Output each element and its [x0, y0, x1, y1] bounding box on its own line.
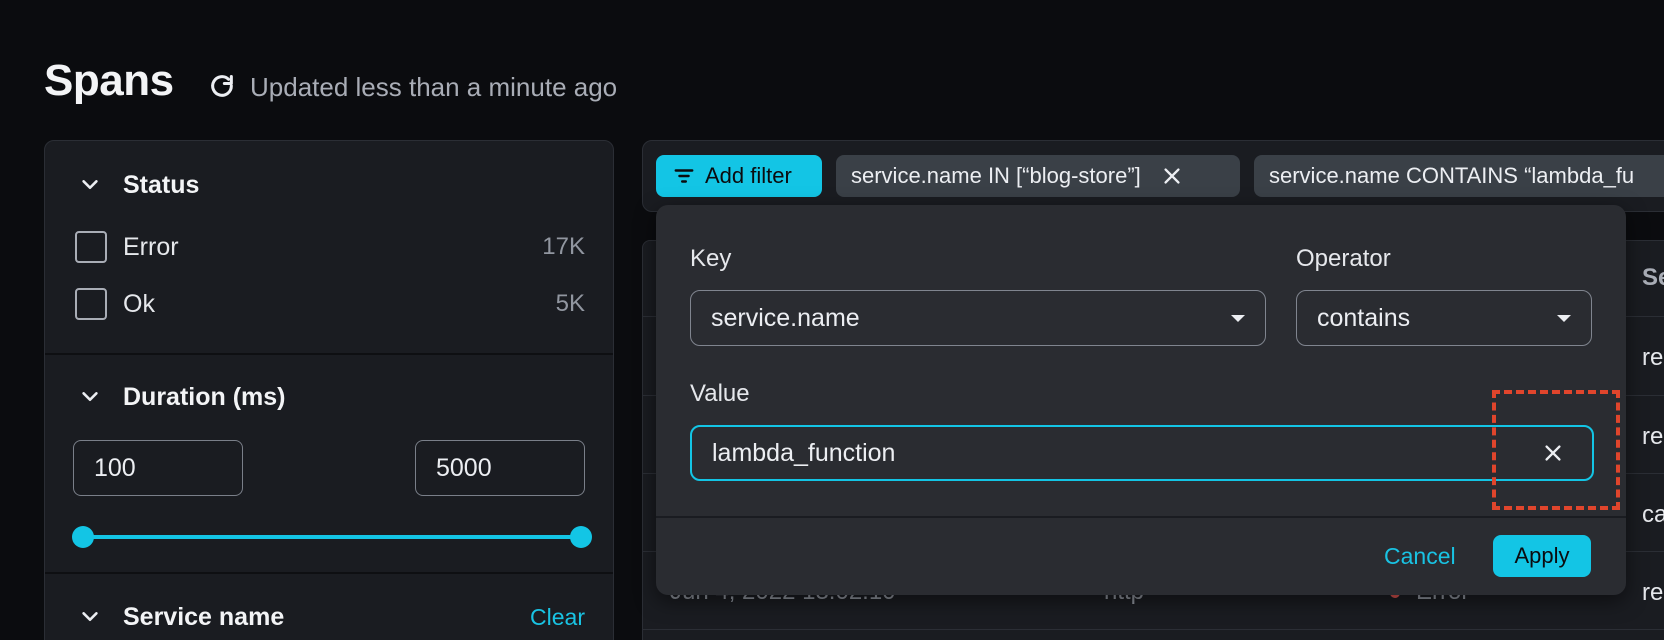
table-cell: ca: [1642, 501, 1664, 528]
table-cell: re: [1642, 423, 1664, 450]
filter-chip-label: service.name IN [“blog-store”]: [851, 163, 1141, 188]
filter-sidebar: Status Error 17K Ok 5K Duration (ms) Ser…: [44, 140, 614, 640]
operator-label: Operator: [1296, 245, 1391, 272]
value-input[interactable]: [690, 425, 1594, 481]
service-name-section-title: Service name: [123, 602, 285, 631]
chevron-down-icon[interactable]: [79, 386, 101, 408]
value-label: Value: [690, 380, 750, 407]
cancel-button[interactable]: Cancel: [1384, 543, 1456, 570]
error-checkbox[interactable]: [75, 231, 107, 263]
status-option-count: 5K: [555, 290, 585, 317]
duration-section-header[interactable]: Duration (ms): [45, 375, 613, 419]
duration-slider-min-handle[interactable]: [72, 526, 94, 548]
duration-section-title: Duration (ms): [123, 382, 286, 411]
add-filter-popover: Key Operator service.name contains Value…: [656, 205, 1626, 595]
section-divider: [45, 572, 613, 574]
filter-icon: [674, 169, 694, 183]
operator-select[interactable]: contains: [1296, 290, 1592, 346]
table-column-header: Se: [1642, 264, 1664, 291]
refresh-icon[interactable]: [208, 73, 236, 101]
popover-divider: [656, 516, 1626, 518]
duration-min-input[interactable]: [73, 440, 243, 496]
page-title: Spans: [44, 56, 174, 105]
service-name-clear-link[interactable]: Clear: [530, 604, 585, 631]
add-filter-button[interactable]: Add filter: [656, 155, 822, 197]
section-divider: [45, 353, 613, 355]
status-option-label: Ok: [123, 290, 155, 318]
status-option-ok[interactable]: Ok 5K: [45, 286, 613, 322]
caret-down-icon: [1231, 315, 1245, 322]
table-row-divider: [642, 629, 1664, 630]
filter-chip[interactable]: service.name IN [“blog-store”]: [836, 155, 1240, 197]
ok-checkbox[interactable]: [75, 288, 107, 320]
key-label: Key: [690, 245, 732, 272]
status-option-count: 17K: [542, 233, 585, 260]
key-select-value: service.name: [711, 303, 860, 332]
status-option-label: Error: [123, 233, 179, 261]
duration-max-input[interactable]: [415, 440, 585, 496]
filter-chip-label: service.name CONTAINS “lambda_fu: [1269, 163, 1635, 188]
close-icon[interactable]: [1161, 165, 1183, 187]
chevron-down-icon[interactable]: [79, 174, 101, 196]
highlight-annotation-box: [1492, 390, 1620, 510]
filter-chip[interactable]: service.name CONTAINS “lambda_fu: [1254, 155, 1664, 197]
duration-slider-track[interactable]: [83, 535, 581, 539]
apply-button[interactable]: Apply: [1493, 535, 1591, 577]
status-option-error[interactable]: Error 17K: [45, 229, 613, 265]
duration-slider-max-handle[interactable]: [570, 526, 592, 548]
last-updated-text: Updated less than a minute ago: [250, 72, 618, 102]
operator-select-value: contains: [1317, 303, 1411, 332]
table-cell: re: [1642, 344, 1664, 371]
status-section-header[interactable]: Status: [45, 163, 613, 207]
caret-down-icon: [1557, 315, 1571, 322]
key-select[interactable]: service.name: [690, 290, 1266, 346]
table-cell: re: [1642, 579, 1664, 606]
service-name-section-header[interactable]: Service name Clear: [45, 595, 613, 639]
status-section-title: Status: [123, 170, 200, 199]
chevron-down-icon[interactable]: [79, 606, 101, 628]
add-filter-label: Add filter: [705, 163, 792, 188]
